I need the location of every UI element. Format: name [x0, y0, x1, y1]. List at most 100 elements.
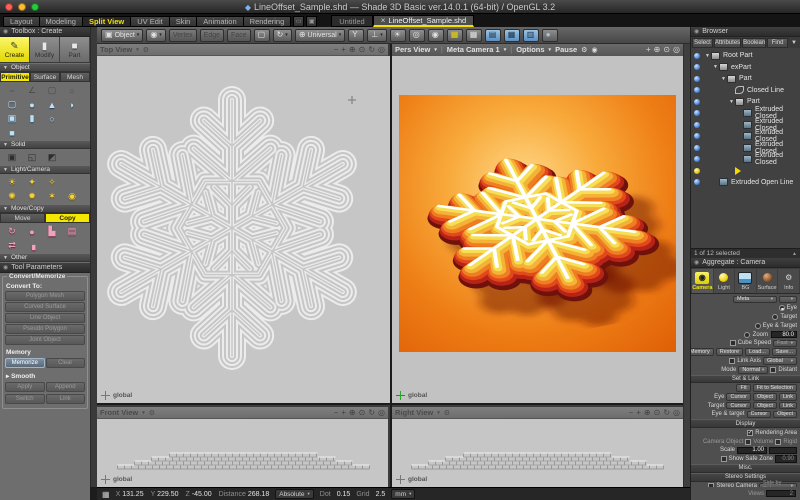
tree-row[interactable]: Extruded Open Line [691, 177, 800, 189]
toolbox-header[interactable]: ◉Toolbox : Create [0, 27, 90, 37]
button-load-[interactable]: Load... [745, 348, 770, 356]
solid-subtract-icon[interactable]: ◱ [22, 151, 42, 164]
camera-object-icon[interactable]: ◉ [62, 190, 82, 203]
document-tab[interactable]: ×LineOffset_Sample.shd [373, 15, 475, 27]
directional-light-icon[interactable]: ✧ [42, 176, 62, 189]
views-value[interactable]: 2 [766, 490, 796, 498]
top-view-zoom-controls[interactable]: −+⊕⊙↻◎ [334, 45, 385, 54]
browser-tab-boolean[interactable]: Boolean [742, 38, 766, 48]
torus-icon[interactable]: ○ [42, 112, 62, 125]
browser-tab-attributes[interactable]: Attributes [714, 38, 741, 48]
section-light-camera[interactable]: ▼Light/Camera [0, 165, 90, 174]
point-light-icon[interactable]: ☀ [2, 176, 22, 189]
camera-tool-button[interactable]: ◉▾ [146, 29, 166, 42]
snap-button[interactable]: ◉ [428, 29, 444, 42]
show-safe-zone-checkbox[interactable] [721, 456, 727, 462]
pers-view-canvas[interactable]: global [392, 56, 683, 403]
set-link-section[interactable]: Set & Link [691, 375, 800, 384]
right-view-header[interactable]: Right View▾ ⚙ −+⊕⊙↻◎ [392, 407, 683, 419]
memory-button-memorize[interactable]: Memorize [5, 358, 45, 368]
smooth-button-append[interactable]: Append [46, 382, 86, 392]
dropdown-fast[interactable]: Fast▾ [773, 340, 797, 348]
cone-icon[interactable]: ▲ [42, 98, 62, 111]
eye-target-object-button[interactable]: Object [773, 411, 797, 419]
smooth-label[interactable]: ▸ Smooth [6, 372, 85, 380]
translate-copy-icon[interactable]: ▙ [42, 225, 62, 238]
dock-windows-button[interactable]: ▣ [306, 16, 317, 27]
viewport-split-button[interactable]: ▥ [523, 29, 539, 42]
expander-icon[interactable]: ▼ [728, 99, 735, 105]
visibility-toggle[interactable] [694, 122, 700, 128]
tree-row[interactable]: Extruded Closed [691, 154, 800, 166]
visibility-toggle[interactable] [694, 64, 700, 70]
convert-button-polygon-mesh[interactable]: Polygon Mesh [5, 291, 85, 301]
solid-union-icon[interactable]: ▣ [2, 151, 22, 164]
toolbox-tab-part[interactable]: ■Part [60, 37, 90, 62]
right-view-zoom-controls[interactable]: −+⊕⊙↻◎ [629, 408, 680, 417]
value-field[interactable] [769, 447, 797, 455]
aggregate-header[interactable]: ◉Aggregate : Camera [691, 258, 800, 268]
rotate-tool-button[interactable]: ↻▾ [273, 29, 292, 42]
mirror-copy-icon[interactable]: ⇄ [2, 239, 22, 252]
misc-section[interactable]: Misc. [691, 464, 800, 473]
eye-link-button[interactable]: Link [779, 393, 797, 401]
target-cursor-button[interactable]: Cursor [726, 402, 751, 410]
world-button[interactable]: ◎ [409, 29, 425, 42]
eye-object-button[interactable]: Object [753, 393, 777, 401]
toolbox-scrollbar[interactable] [90, 27, 97, 487]
wireframe-button[interactable]: ▦ [466, 29, 482, 42]
circle-curve-icon[interactable]: ○ [62, 84, 82, 97]
memory-button-clear[interactable]: Clear [46, 358, 86, 368]
rendering-area-checkbox[interactable]: ✓ [747, 430, 753, 436]
viewport-single-button[interactable]: ▤ [485, 29, 501, 42]
array-copy-icon[interactable]: ▤ [62, 225, 82, 238]
convert-button-line-object[interactable]: Line Object [5, 313, 85, 323]
rounded-cube-icon[interactable]: ▢ [2, 98, 22, 111]
close-tab-icon[interactable]: × [381, 16, 386, 25]
subtab-primitive[interactable]: Primitive [0, 72, 30, 82]
grid-snap-button[interactable]: ▦ [447, 29, 463, 42]
tree-row[interactable]: Closed Line [691, 85, 800, 97]
mode-tab-uv-edit[interactable]: UV Edit [130, 16, 168, 27]
subtab-mesh[interactable]: Mesh [60, 72, 90, 82]
radio-button[interactable] [772, 314, 778, 320]
smooth-button-switch[interactable]: Switch [5, 394, 45, 404]
sync-icon[interactable]: ◉ [591, 46, 597, 54]
visibility-toggle[interactable] [694, 145, 700, 151]
section-solid[interactable]: ▼Solid [0, 140, 90, 149]
aggregate-tab-bg[interactable]: BG [735, 269, 756, 293]
gear-icon[interactable]: ⚙ [444, 409, 450, 417]
radio-button[interactable] [779, 305, 785, 311]
cylinder-icon[interactable]: ▮ [22, 112, 42, 125]
visibility-toggle[interactable] [694, 53, 700, 59]
dropdown-global[interactable]: Global▾ [763, 357, 797, 365]
rect-curve-icon[interactable]: ▢ [42, 84, 62, 97]
mode-tab-animation[interactable]: Animation [196, 16, 242, 27]
tree-row[interactable]: ▼exPart [691, 62, 800, 74]
document-tab[interactable]: Untitled [331, 15, 372, 27]
aggregate-tab-surface[interactable]: Surface [757, 269, 778, 293]
target-link-button[interactable]: Link [779, 402, 797, 410]
browser-tab-select[interactable]: Select [692, 38, 713, 48]
visibility-toggle[interactable] [694, 76, 700, 82]
skeleton-tool-button[interactable]: Y [348, 29, 364, 42]
gear-icon[interactable]: ⚙ [143, 46, 149, 54]
mode-tab-modeling[interactable]: Modeling [39, 16, 82, 27]
sphere-icon[interactable]: ● [22, 98, 42, 111]
link-axis-checkbox[interactable] [729, 358, 735, 364]
gear-icon[interactable]: ⚙ [581, 46, 587, 54]
radio-button[interactable] [744, 332, 750, 338]
browser-tab-find[interactable]: Find [767, 38, 788, 48]
dropdown-[interactable]: ▾ [779, 296, 797, 304]
edge-mode-button[interactable]: Edge [200, 29, 224, 42]
section-move-copy[interactable]: ▼Move/Copy [0, 204, 90, 213]
coordinate-mode-dropdown[interactable]: Absolute▾ [275, 489, 314, 499]
pers-view-zoom-controls[interactable]: +⊕⊙◎ [646, 45, 680, 54]
subtab-move[interactable]: Move [0, 213, 45, 223]
area-light-icon[interactable]: ✹ [22, 190, 42, 203]
visibility-toggle[interactable] [694, 156, 700, 162]
visibility-toggle[interactable] [694, 110, 700, 116]
mode-tab-layout[interactable]: Layout [3, 16, 39, 27]
collapse-arrow-icon[interactable]: ▲ [792, 251, 797, 257]
hemisphere-icon[interactable]: ◗ [62, 98, 82, 111]
